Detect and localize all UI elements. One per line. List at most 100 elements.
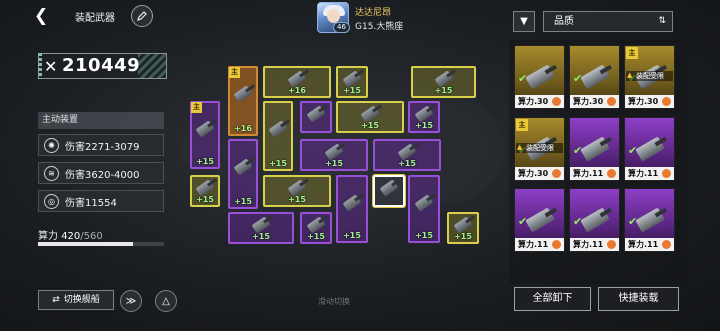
equip-slot[interactable] bbox=[372, 174, 406, 208]
calc-progress-bar bbox=[38, 242, 164, 246]
inventory-card[interactable]: ✔ 算力.11 bbox=[569, 188, 620, 252]
rarity-dot-icon bbox=[607, 240, 616, 249]
slot-level-label: +15 bbox=[415, 121, 433, 130]
triangle-icon: △ bbox=[162, 295, 170, 307]
inventory-card[interactable]: ✔ 算力.11 bbox=[624, 117, 675, 181]
equip-slot[interactable]: +15 bbox=[411, 66, 476, 98]
slot-level-label: +15 bbox=[288, 195, 306, 204]
main-tag: 主 bbox=[229, 67, 240, 78]
rarity-dot-icon bbox=[552, 169, 561, 178]
quick-equip-button[interactable]: 快捷装载 bbox=[598, 287, 679, 311]
main-tag: 主 bbox=[516, 119, 528, 131]
equip-slot[interactable]: 主 +15 bbox=[190, 101, 220, 169]
inventory-card[interactable]: ✔主装配受限算力.30 bbox=[624, 45, 675, 109]
skill-text: 伤害11554 bbox=[65, 197, 117, 209]
page-title: 装配武器 bbox=[75, 13, 115, 24]
check-icon: ✔ bbox=[628, 144, 638, 157]
main-tag: 主 bbox=[191, 102, 202, 113]
power-display: ✕ 210449 bbox=[38, 53, 167, 79]
equip-slot[interactable]: +15 bbox=[373, 139, 441, 171]
slot-level-label: +15 bbox=[343, 86, 361, 95]
back-icon[interactable]: ❮ bbox=[34, 6, 54, 26]
rarity-dot-icon bbox=[552, 97, 561, 106]
switch-ship-button[interactable]: ⇄ 切换舰船 bbox=[38, 290, 114, 310]
active-devices-header: 主动装置 bbox=[38, 112, 164, 129]
skill-text: 伤害2271-3079 bbox=[65, 141, 140, 153]
power-value: 210449 bbox=[62, 55, 141, 76]
rarity-dot-icon bbox=[662, 169, 671, 178]
equip-slot[interactable]: +15 bbox=[408, 175, 440, 243]
filter-button[interactable]: ▼ bbox=[513, 11, 535, 32]
wings-button[interactable]: ≫ bbox=[120, 290, 142, 312]
calc-label-text: 算力 bbox=[38, 231, 58, 242]
equip-slot[interactable]: +15 bbox=[228, 139, 258, 209]
check-icon: ✔ bbox=[573, 215, 583, 228]
slot-level-label: +15 bbox=[269, 159, 287, 168]
quality-label: 品质 bbox=[554, 16, 574, 27]
turret-icon bbox=[233, 85, 253, 104]
rarity-dot-icon bbox=[662, 240, 671, 249]
slot-level-label: +16 bbox=[288, 86, 306, 95]
slot-level-label: +15 bbox=[307, 232, 325, 241]
target-icon: ◎ bbox=[44, 193, 59, 209]
slide-switch-hint: 滑动切换 bbox=[318, 297, 350, 306]
fleet-button[interactable]: △ bbox=[155, 290, 177, 312]
inventory-card[interactable]: ✔主装配受限算力.30 bbox=[514, 117, 565, 181]
restricted-warning: 装配受限 bbox=[516, 143, 563, 153]
switch-ship-label: 切换舰船 bbox=[63, 295, 100, 305]
equip-slot[interactable]: +16 bbox=[263, 66, 331, 98]
check-icon: ✔ bbox=[518, 215, 528, 228]
equip-slot[interactable]: +15 bbox=[263, 175, 331, 207]
check-icon: ✔ bbox=[573, 144, 583, 157]
equip-slot[interactable] bbox=[300, 101, 332, 133]
equip-slot[interactable]: +15 bbox=[336, 175, 368, 243]
inventory-card[interactable]: ✔ 算力.11 bbox=[569, 117, 620, 181]
unload-all-button[interactable]: 全部卸下 bbox=[514, 287, 591, 311]
equip-slot[interactable]: +15 bbox=[263, 101, 293, 171]
rarity-dot-icon bbox=[552, 240, 561, 249]
equip-slot[interactable]: +15 bbox=[300, 212, 332, 244]
slot-level-label: +15 bbox=[234, 197, 252, 206]
inventory-card[interactable]: ✔ 算力.30 bbox=[569, 45, 620, 109]
check-icon: ✔ bbox=[573, 72, 583, 85]
equip-slot[interactable]: +15 bbox=[408, 101, 440, 133]
claw-icon: ≋ bbox=[44, 165, 59, 181]
inventory-card[interactable]: ✔ 算力.11 bbox=[624, 188, 675, 252]
calc-power-label: 算力 420/560 bbox=[38, 227, 103, 242]
restricted-warning: 装配受限 bbox=[626, 71, 673, 81]
equip-slot[interactable]: +15 bbox=[336, 101, 404, 133]
pen-icon bbox=[137, 11, 147, 21]
slot-level-label: +15 bbox=[415, 231, 433, 240]
equip-slot[interactable]: +15 bbox=[228, 212, 294, 244]
captain-name: 达达尼昂 bbox=[355, 8, 392, 18]
rarity-dot-icon bbox=[607, 169, 616, 178]
calc-progress-fill bbox=[38, 242, 133, 246]
check-icon: ✔ bbox=[628, 215, 638, 228]
inventory-card[interactable]: ✔ 算力.11 bbox=[514, 188, 565, 252]
slot-level-label: +15 bbox=[196, 157, 214, 166]
inventory-card[interactable]: ✔ 算力.30 bbox=[514, 45, 565, 109]
skill-row-3[interactable]: ◎ 伤害11554 bbox=[38, 190, 164, 212]
skill-text: 伤害3620-4000 bbox=[65, 169, 140, 181]
filter-icon: ▼ bbox=[520, 16, 528, 27]
skill-row-1[interactable]: ✺ 伤害2271-3079 bbox=[38, 134, 164, 156]
skill-row-2[interactable]: ≋ 伤害3620-4000 bbox=[38, 162, 164, 184]
rarity-dot-icon bbox=[662, 97, 671, 106]
check-icon: ✔ bbox=[518, 72, 528, 85]
edit-button[interactable] bbox=[131, 5, 153, 27]
slot-level-label: +16 bbox=[234, 124, 252, 133]
rarity-dot-icon bbox=[607, 97, 616, 106]
turret-icon bbox=[233, 158, 253, 177]
equip-slot[interactable]: +15 bbox=[336, 66, 368, 98]
turret-icon bbox=[414, 193, 434, 212]
quality-sort-select[interactable]: 品质 ⇅ bbox=[543, 11, 673, 32]
turret-icon bbox=[379, 179, 399, 197]
turret-icon bbox=[342, 193, 362, 212]
equip-slot[interactable]: +15 bbox=[300, 139, 368, 171]
slot-level-label: +15 bbox=[454, 232, 472, 241]
turret-icon bbox=[195, 119, 215, 138]
equip-slot[interactable]: 主 +16 bbox=[228, 66, 258, 136]
equip-slot[interactable]: +15 bbox=[190, 175, 220, 207]
equip-slot[interactable]: +15 bbox=[447, 212, 479, 244]
calc-max: /560 bbox=[80, 231, 103, 242]
